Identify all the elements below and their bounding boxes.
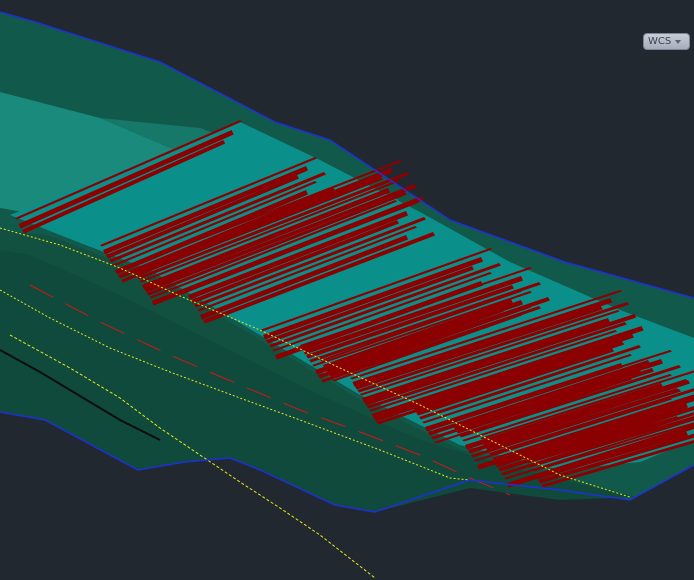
ucs-label: WCS bbox=[648, 35, 672, 47]
chevron-down-icon[interactable] bbox=[675, 39, 682, 44]
ucs-badge[interactable]: WCS bbox=[643, 33, 690, 50]
terrain-3d-scene[interactable] bbox=[0, 0, 694, 580]
model-viewport[interactable]: WCS bbox=[0, 0, 694, 580]
